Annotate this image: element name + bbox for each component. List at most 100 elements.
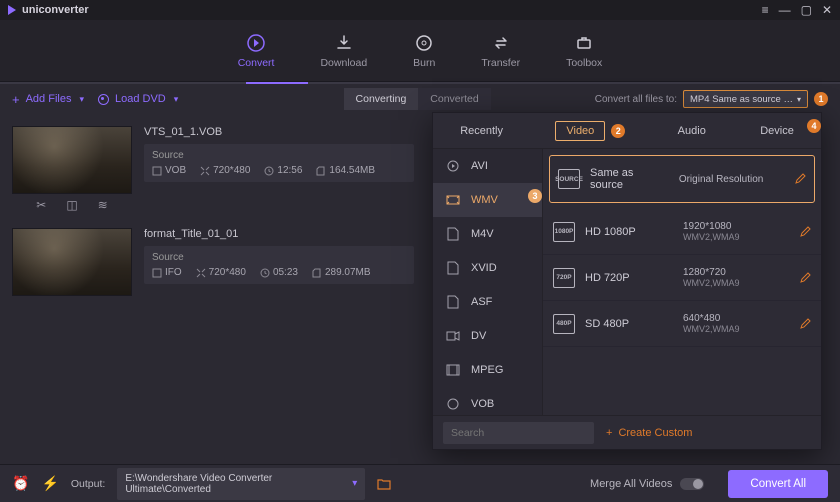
- format-opt-mpeg[interactable]: MPEG: [433, 353, 542, 387]
- source-box: Source VOB 720*480 12:56: [144, 144, 414, 182]
- resolution-icon: 480P: [553, 314, 575, 334]
- merge-toggle[interactable]: [680, 478, 704, 490]
- transfer-icon: [491, 33, 511, 53]
- resolution-1080p[interactable]: 1080P HD 1080P 1920*1080WMV2,WMA9: [543, 209, 821, 255]
- add-files-button[interactable]: + Add Files ▾: [12, 93, 84, 106]
- merge-all-label: Merge All Videos: [590, 478, 672, 490]
- source-label: Source: [152, 252, 406, 263]
- resolution-same-as-source[interactable]: SOURCE Same as source 4 Original Resolut…: [549, 155, 815, 203]
- clock-icon[interactable]: ⏰: [12, 475, 29, 492]
- format-tab-device[interactable]: Device: [758, 121, 796, 141]
- video-file-icon: [445, 227, 461, 241]
- plus-icon: +: [606, 427, 612, 439]
- titlebar: uniconverter ≡ — ▢ ✕: [0, 0, 840, 20]
- gpu-icon[interactable]: ⚡: [41, 475, 58, 492]
- duration-stat: 05:23: [260, 267, 298, 278]
- tab-burn-label: Burn: [413, 57, 435, 69]
- convert-icon: [246, 33, 266, 53]
- download-icon: [334, 33, 354, 53]
- format-panel: Recently Video 2 Audio Device AVI WMV3 M…: [432, 112, 822, 450]
- close-icon[interactable]: ✕: [822, 3, 832, 17]
- resolution-720p[interactable]: 720P HD 720P 1280*720WMV2,WMA9: [543, 255, 821, 301]
- maximize-icon[interactable]: ▢: [801, 3, 812, 17]
- format-search-input[interactable]: [443, 422, 594, 444]
- toolbox-icon: [574, 33, 594, 53]
- app-title: uniconverter: [22, 4, 89, 16]
- resolution-icon: 720P: [553, 268, 575, 288]
- minimize-icon[interactable]: —: [779, 3, 791, 17]
- resolution-480p[interactable]: 480P SD 480P 640*480WMV2,WMA9: [543, 301, 821, 347]
- container-stat: IFO: [152, 267, 182, 278]
- format-opt-asf[interactable]: ASF: [433, 285, 542, 319]
- load-dvd-label: Load DVD: [115, 93, 166, 105]
- media-thumbnail[interactable]: [12, 126, 132, 194]
- create-custom-button[interactable]: + Create Custom: [606, 427, 692, 439]
- output-path-dropdown[interactable]: E:\Wondershare Video Converter Ultimate\…: [117, 468, 365, 500]
- tab-toolbox-label: Toolbox: [566, 57, 602, 69]
- media-thumbnail[interactable]: [12, 228, 132, 296]
- menu-icon[interactable]: ≡: [762, 3, 769, 17]
- edit-icon[interactable]: [799, 272, 811, 284]
- edit-icon[interactable]: [794, 173, 806, 185]
- tab-indicator: [0, 82, 840, 84]
- effects-icon[interactable]: ≋: [98, 198, 108, 212]
- plus-icon: +: [12, 93, 20, 106]
- edit-icon[interactable]: [799, 226, 811, 238]
- output-label: Output:: [71, 478, 105, 490]
- tab-download[interactable]: Download: [320, 33, 367, 69]
- bottom-bar: ⏰ ⚡ Output: E:\Wondershare Video Convert…: [0, 464, 840, 502]
- size-stat: 164.54MB: [316, 165, 375, 176]
- resolution-icon: SOURCE: [558, 169, 580, 189]
- convert-all-button[interactable]: Convert All: [728, 470, 828, 498]
- format-tab-video[interactable]: Video: [555, 121, 605, 141]
- format-opt-dv[interactable]: DV: [433, 319, 542, 353]
- output-format-value: MP4 Same as source …: [690, 94, 793, 105]
- convert-all-to-label: Convert all files to:: [595, 94, 677, 105]
- format-side-list[interactable]: AVI WMV3 M4V XVID ASF DV MPEG VOB: [433, 149, 543, 415]
- tab-transfer-label: Transfer: [481, 57, 520, 69]
- step-badge-3: 3: [528, 189, 542, 203]
- format-opt-m4v[interactable]: M4V: [433, 217, 542, 251]
- open-folder-icon[interactable]: [377, 478, 391, 490]
- crop-icon[interactable]: ◫: [66, 198, 77, 212]
- size-stat: 289.07MB: [312, 267, 371, 278]
- tab-convert[interactable]: Convert: [238, 33, 275, 69]
- load-dvd-button[interactable]: Load DVD ▾: [98, 93, 178, 105]
- chevron-down-icon: ▾: [352, 478, 357, 489]
- format-opt-vob[interactable]: VOB: [433, 387, 542, 415]
- disc-icon: [98, 94, 109, 105]
- duration-stat: 12:56: [264, 165, 302, 176]
- format-tab-audio[interactable]: Audio: [676, 121, 708, 141]
- tab-convert-label: Convert: [238, 57, 275, 69]
- output-format-dropdown[interactable]: MP4 Same as source … ▾: [683, 90, 808, 108]
- chevron-down-icon: ▾: [797, 95, 801, 104]
- video-file-icon: [445, 295, 461, 309]
- tab-download-label: Download: [320, 57, 367, 69]
- segment-converting[interactable]: Converting: [344, 88, 419, 110]
- top-nav: Convert Download Burn Transfer Toolbox: [0, 20, 840, 82]
- add-files-label: Add Files: [26, 93, 72, 105]
- trim-icon[interactable]: ✂: [36, 198, 46, 212]
- format-opt-xvid[interactable]: XVID: [433, 251, 542, 285]
- output-path-value: E:\Wondershare Video Converter Ultimate\…: [125, 473, 352, 495]
- source-box: Source IFO 720*480 05:23: [144, 246, 414, 284]
- action-bar: + Add Files ▾ Load DVD ▾ Converting Conv…: [0, 84, 840, 114]
- film-icon: [445, 363, 461, 377]
- format-opt-avi[interactable]: AVI: [433, 149, 542, 183]
- video-file-icon: [445, 159, 461, 173]
- tab-transfer[interactable]: Transfer: [481, 33, 520, 69]
- video-file-icon: [445, 261, 461, 275]
- step-badge-1: 1: [814, 92, 828, 106]
- format-tabs: Recently Video 2 Audio Device: [433, 113, 821, 149]
- segment-converted[interactable]: Converted: [418, 88, 490, 110]
- step-badge-2: 2: [611, 124, 625, 138]
- edit-icon[interactable]: [799, 318, 811, 330]
- format-tab-recently[interactable]: Recently: [458, 121, 505, 141]
- resolution-stat: 720*480: [200, 165, 250, 176]
- source-label: Source: [152, 150, 406, 161]
- tab-toolbox[interactable]: Toolbox: [566, 33, 602, 69]
- resolution-icon: 1080P: [553, 222, 575, 242]
- tab-burn[interactable]: Burn: [413, 33, 435, 69]
- format-opt-wmv[interactable]: WMV3: [433, 183, 542, 217]
- chevron-down-icon: ▾: [79, 94, 84, 105]
